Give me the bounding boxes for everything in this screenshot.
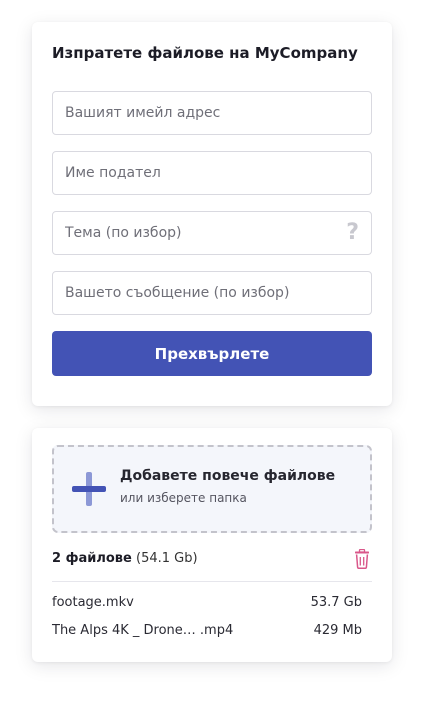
subject-input[interactable] — [53, 212, 371, 254]
file-name: The Alps 4K _ Drone… .mp4 — [52, 623, 234, 638]
files-panel: Добавете повече файлове или изберете пап… — [32, 428, 392, 662]
sender-name-input[interactable] — [53, 152, 371, 194]
add-files-label[interactable]: Добавете повече файлове — [120, 468, 335, 484]
file-name: footage.mkv — [52, 595, 134, 610]
add-files-dropzone[interactable]: Добавете повече файлове или изберете пап… — [52, 445, 372, 533]
divider — [52, 581, 372, 582]
email-field[interactable] — [52, 91, 372, 135]
plus-icon — [72, 472, 106, 506]
send-files-form: Изпратете файлове на MyCompany ? Прехвър… — [32, 22, 392, 406]
files-summary: 2 файлове (54.1 Gb) — [52, 549, 372, 569]
form-title: Изпратете файлове на MyCompany — [52, 44, 358, 62]
file-row: The Alps 4K _ Drone… .mp4 429 Mb — [52, 623, 372, 651]
sender-name-field[interactable] — [52, 151, 372, 195]
file-size: 53.7 Gb — [310, 595, 362, 610]
transfer-button[interactable]: Прехвърлете — [52, 331, 372, 376]
message-input[interactable] — [53, 272, 371, 314]
files-total-size: (54.1 Gb) — [136, 551, 198, 566]
file-size: 429 Mb — [313, 623, 362, 638]
file-list: footage.mkv 53.7 Gb The Alps 4K _ Drone…… — [52, 595, 372, 651]
file-row: footage.mkv 53.7 Gb — [52, 595, 372, 623]
question-mark-icon[interactable]: ? — [346, 221, 359, 245]
email-input[interactable] — [53, 92, 371, 134]
message-field[interactable] — [52, 271, 372, 315]
files-count: 2 файлове — [52, 551, 132, 566]
subject-field[interactable]: ? — [52, 211, 372, 255]
select-folder-link[interactable]: или изберете папка — [120, 491, 247, 505]
trash-icon[interactable] — [354, 549, 370, 569]
